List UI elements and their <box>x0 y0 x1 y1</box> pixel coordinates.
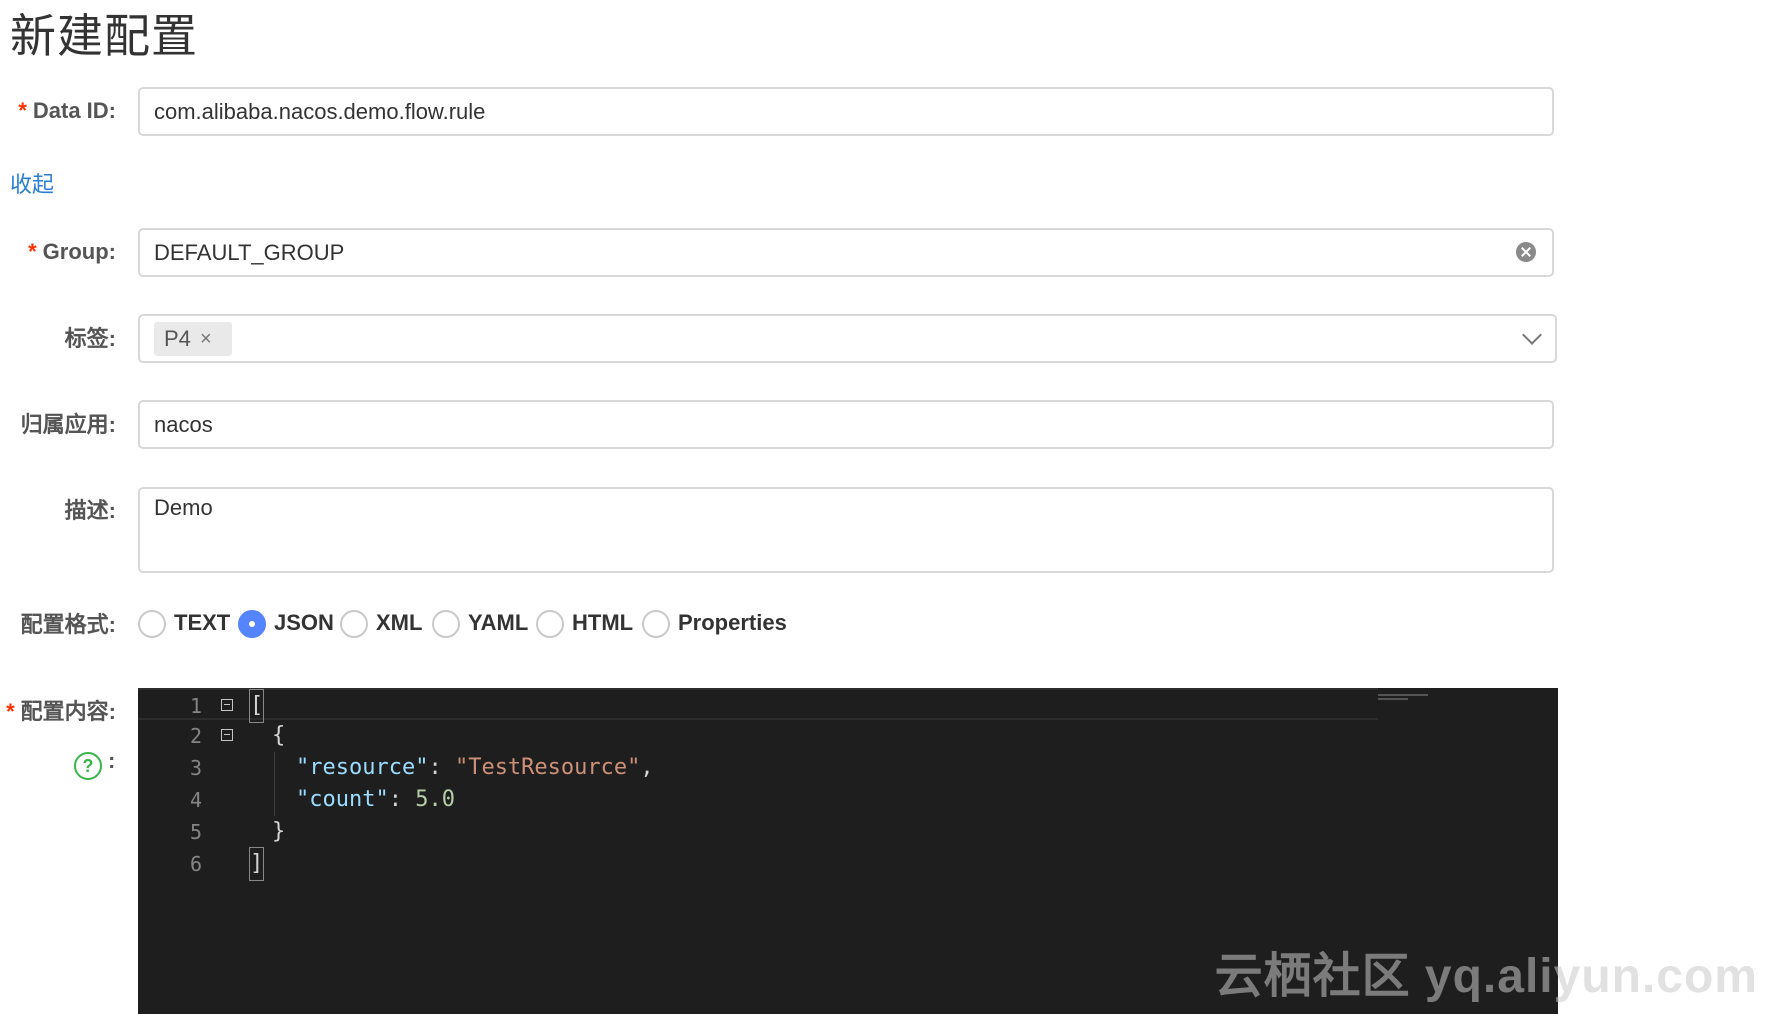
app-input[interactable]: nacos <box>138 400 1554 449</box>
data-id-value: com.alibaba.nacos.demo.flow.rule <box>154 99 486 124</box>
format-option-label: Properties <box>678 610 787 635</box>
close-icon[interactable]: × <box>200 326 212 352</box>
json-colon: : <box>388 787 416 812</box>
line-number: 2 <box>189 724 202 748</box>
json-comma: , <box>640 755 654 780</box>
content-label: * 配置内容: <box>6 697 116 727</box>
code-text: } <box>272 819 286 844</box>
indent-guide <box>274 752 275 816</box>
radio-circle-icon <box>642 610 670 638</box>
json-key: "count" <box>296 787 389 812</box>
line-number: 4 <box>189 788 202 812</box>
content-label-text: 配置内容: <box>20 699 116 724</box>
group-label-text: Group: <box>42 239 116 264</box>
json-number-value: 5.0 <box>415 787 455 812</box>
description-value: Demo <box>154 495 213 520</box>
collapse-link[interactable]: 收起 <box>10 170 54 200</box>
editor-line: 4 "count": 5.0 <box>138 784 1378 816</box>
app-label: 归属应用: <box>20 412 116 437</box>
required-mark: * <box>28 239 37 264</box>
code-text: "count": 5.0 <box>296 784 455 816</box>
radio-circle-icon <box>340 610 368 638</box>
code-text: "resource": "TestResource", <box>296 752 654 784</box>
tag-chip-label: P4 <box>164 326 191 351</box>
code-text: { <box>272 723 286 748</box>
radio-circle-icon <box>432 610 460 638</box>
question-circle-icon[interactable]: ? <box>74 752 102 780</box>
format-label: 配置格式: <box>20 612 116 637</box>
format-option-label: JSON <box>274 610 334 635</box>
json-string-value: "TestResource" <box>454 755 641 780</box>
editor-line: 1 [ <box>138 688 1378 723</box>
format-option-label: TEXT <box>174 610 231 635</box>
line-number: 3 <box>189 756 202 780</box>
editor-line: 6 ] <box>138 847 1378 881</box>
line-number: 5 <box>189 820 202 844</box>
format-option-label: HTML <box>572 610 634 635</box>
json-colon: : <box>428 755 455 780</box>
app-value: nacos <box>154 412 213 437</box>
data-id-input[interactable]: com.alibaba.nacos.demo.flow.rule <box>138 87 1554 136</box>
editor-line: 5 } <box>138 816 1378 848</box>
line-number: 1 <box>189 694 202 718</box>
data-id-label: * Data ID: <box>18 96 116 126</box>
watermark: 云栖社区 yq.aliyun.com <box>1214 950 1758 1003</box>
format-option-label: YAML <box>468 610 529 635</box>
json-key: "resource" <box>296 755 429 780</box>
page-title: 新建配置 <box>10 10 198 62</box>
line-number: 6 <box>189 852 202 876</box>
help-colon: : <box>108 748 116 773</box>
fold-minus-icon[interactable] <box>221 729 233 741</box>
group-input[interactable]: DEFAULT_GROUP <box>138 228 1554 277</box>
clear-circle-icon[interactable] <box>1516 242 1536 262</box>
editor-line: 3 "resource": "TestResource", <box>138 752 1378 784</box>
description-label: 描述: <box>64 498 116 523</box>
radio-circle-icon <box>138 610 166 638</box>
radio-circle-icon <box>536 610 564 638</box>
fold-minus-icon[interactable] <box>221 699 233 711</box>
group-label: * Group: <box>28 237 116 267</box>
chevron-down-icon[interactable] <box>1522 325 1542 345</box>
tags-label: 标签: <box>64 326 116 351</box>
required-mark: * <box>18 98 27 123</box>
minimap[interactable] <box>1378 692 1438 712</box>
format-option-label: XML <box>376 610 423 635</box>
radio-checked-icon <box>238 610 266 638</box>
tags-select[interactable]: P4 × <box>138 314 1557 363</box>
required-mark: * <box>6 699 15 724</box>
code-text: [ <box>248 689 265 723</box>
data-id-label-text: Data ID: <box>32 98 116 123</box>
group-value: DEFAULT_GROUP <box>154 240 345 265</box>
code-text: ] <box>248 847 265 881</box>
tag-chip: P4 × <box>154 322 232 356</box>
editor-line: 2 { <box>138 720 1378 752</box>
description-textarea[interactable]: Demo <box>138 487 1554 573</box>
